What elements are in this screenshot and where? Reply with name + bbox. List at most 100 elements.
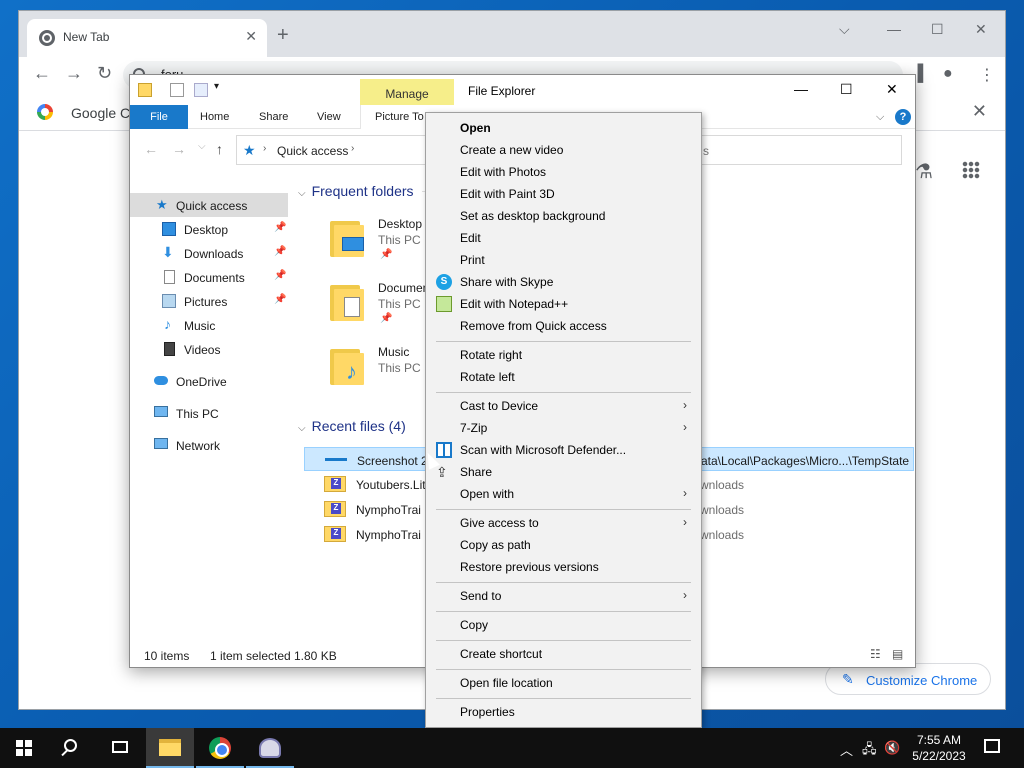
menu-item-print[interactable]: Print bbox=[428, 249, 699, 271]
menu-item-properties[interactable]: Properties bbox=[428, 701, 699, 723]
taskbar-search-button[interactable] bbox=[48, 728, 96, 768]
task-view-button[interactable] bbox=[96, 728, 144, 768]
new-folder-qat-icon[interactable] bbox=[194, 83, 208, 97]
chrome-menu-icon[interactable]: ⋮ bbox=[979, 65, 995, 85]
menu-item-edit-with-paint-3d[interactable]: Edit with Paint 3D bbox=[428, 183, 699, 205]
context-menu: Open Create a new video Edit with Photos… bbox=[425, 112, 702, 728]
ribbon-expand-chevron-icon[interactable]: ⌵ bbox=[876, 105, 884, 129]
menu-item-copy[interactable]: Copy bbox=[428, 614, 699, 636]
menu-item-open-file-location[interactable]: Open file location bbox=[428, 672, 699, 694]
explorer-forward-icon[interactable]: → bbox=[172, 141, 186, 157]
menu-item-copy-as-path[interactable]: Copy as path bbox=[428, 534, 699, 556]
nav-item-onedrive[interactable]: OneDrive bbox=[130, 369, 288, 393]
breadcrumb-chevron-icon[interactable]: › bbox=[351, 143, 354, 154]
explorer-close-icon[interactable]: ✕ bbox=[886, 81, 898, 98]
menu-item-create-shortcut[interactable]: Create shortcut bbox=[428, 643, 699, 665]
search-box[interactable]: s bbox=[690, 135, 902, 165]
qat-dropdown-icon[interactable]: ▾ bbox=[214, 81, 228, 95]
nav-item-quick-access[interactable]: ★ Quick access bbox=[130, 193, 288, 217]
menu-item-give-access-to[interactable]: Give access to › bbox=[428, 512, 699, 534]
up-arrow-icon[interactable]: ↑ bbox=[216, 141, 223, 157]
taskbar-clock[interactable]: 7:55 AM 5/22/2023 bbox=[904, 732, 974, 764]
nav-item-videos[interactable]: Videos bbox=[130, 337, 288, 361]
file-path: wnloads bbox=[700, 528, 745, 542]
menu-item-set-desktop-background[interactable]: Set as desktop background bbox=[428, 205, 699, 227]
recent-locations-icon[interactable]: ⌵ bbox=[198, 141, 206, 152]
ribbon-tab-view[interactable]: View bbox=[317, 105, 341, 129]
chrome-minimize-icon[interactable]: — bbox=[887, 21, 901, 37]
nav-item-documents[interactable]: Documents 📌 bbox=[130, 265, 288, 289]
back-arrow-icon[interactable]: ← bbox=[33, 63, 51, 84]
start-button[interactable] bbox=[0, 728, 48, 768]
notification-center-icon[interactable] bbox=[984, 739, 1000, 753]
new-tab-plus-icon[interactable]: + bbox=[277, 25, 289, 45]
menu-item-create-new-video[interactable]: Create a new video bbox=[428, 139, 699, 161]
menu-item-share-with-skype[interactable]: S Share with Skype bbox=[428, 271, 699, 293]
properties-qat-icon[interactable] bbox=[170, 83, 184, 97]
reload-icon[interactable]: ↻ bbox=[97, 63, 112, 84]
pin-icon: 📌 bbox=[274, 270, 287, 281]
tab-search-chevron-icon[interactable]: ⌵ bbox=[839, 21, 850, 38]
tray-overflow-chevron-icon[interactable]: ︿ bbox=[840, 740, 853, 759]
explorer-minimize-icon[interactable]: — bbox=[794, 81, 808, 97]
taskbar-chrome[interactable] bbox=[196, 728, 244, 768]
menu-item-open-with[interactable]: Open with › bbox=[428, 483, 699, 505]
ribbon-tab-share[interactable]: Share bbox=[259, 105, 288, 129]
chrome-close-icon[interactable]: ✕ bbox=[975, 21, 987, 38]
recent-files-header[interactable]: ⌵ Recent files (4) bbox=[298, 418, 406, 434]
nav-item-downloads[interactable]: ⬇ Downloads 📌 bbox=[130, 241, 288, 265]
collapse-chevron-icon[interactable]: ⌵ bbox=[298, 188, 306, 199]
menu-item-7-zip[interactable]: 7-Zip › bbox=[428, 417, 699, 439]
volume-muted-icon[interactable]: 🔇 bbox=[884, 740, 900, 756]
breadcrumb-chevron-icon[interactable]: › bbox=[263, 143, 266, 154]
menu-item-send-to[interactable]: Send to › bbox=[428, 585, 699, 607]
menu-item-edit-with-notepad-plus-plus[interactable]: Edit with Notepad++ bbox=[428, 293, 699, 315]
forward-arrow-icon[interactable]: → bbox=[65, 63, 83, 84]
nav-item-pictures[interactable]: Pictures 📌 bbox=[130, 289, 288, 313]
nav-item-network[interactable]: Network bbox=[130, 433, 288, 457]
menu-item-scan-with-defender[interactable]: Scan with Microsoft Defender... bbox=[428, 439, 699, 461]
nav-item-this-pc[interactable]: This PC bbox=[130, 401, 288, 425]
menu-item-remove-from-quick-access[interactable]: Remove from Quick access bbox=[428, 315, 699, 337]
google-chrome-label[interactable]: Google Ch bbox=[71, 105, 138, 121]
menu-item-rotate-left[interactable]: Rotate left bbox=[428, 366, 699, 388]
chrome-maximize-icon[interactable]: ☐ bbox=[931, 21, 944, 38]
manage-contextual-tab[interactable]: Manage bbox=[360, 79, 454, 105]
explorer-back-icon[interactable]: ← bbox=[144, 141, 158, 157]
large-icons-view-icon[interactable]: ▤ bbox=[892, 647, 903, 661]
address-bar[interactable]: ★ › Quick access › bbox=[236, 135, 426, 165]
profile-avatar-icon[interactable]: ● bbox=[943, 65, 953, 83]
apps-grid-icon[interactable] bbox=[962, 161, 980, 179]
suggestion-close-icon[interactable]: ✕ bbox=[972, 101, 987, 122]
chrome-tab-new-tab[interactable]: New Tab ✕ bbox=[27, 19, 267, 57]
tab-close-icon[interactable]: ✕ bbox=[245, 28, 257, 45]
menu-separator bbox=[436, 509, 691, 510]
network-tray-icon[interactable]: 🖧 bbox=[862, 740, 877, 762]
explorer-title-bar[interactable]: ▾ Manage File Explorer — ☐ ✕ bbox=[130, 75, 915, 105]
details-view-icon[interactable]: ☷ bbox=[870, 647, 881, 661]
chrome-tab-strip: New Tab ✕ + ⌵ — ☐ ✕ bbox=[19, 11, 1005, 57]
chrome-icon bbox=[209, 737, 231, 759]
ribbon-tab-home[interactable]: Home bbox=[200, 105, 229, 129]
navigation-pane: ★ Quick access Desktop 📌 ⬇ Downloads 📌 D… bbox=[130, 181, 288, 635]
menu-item-edit-with-photos[interactable]: Edit with Photos bbox=[428, 161, 699, 183]
taskbar-app[interactable] bbox=[246, 728, 294, 768]
menu-item-cast-to-device[interactable]: Cast to Device › bbox=[428, 395, 699, 417]
nav-item-desktop[interactable]: Desktop 📌 bbox=[130, 217, 288, 241]
taskbar-file-explorer[interactable] bbox=[146, 728, 194, 768]
collapse-chevron-icon[interactable]: ⌵ bbox=[298, 423, 306, 434]
labs-flask-icon[interactable]: ⚗ bbox=[915, 159, 933, 184]
screenshot-file-icon bbox=[325, 452, 347, 468]
help-icon[interactable]: ? bbox=[895, 109, 911, 125]
folder-location: This PC bbox=[378, 361, 421, 375]
explorer-maximize-icon[interactable]: ☐ bbox=[840, 81, 853, 98]
menu-item-edit[interactable]: Edit bbox=[428, 227, 699, 249]
menu-item-open[interactable]: Open bbox=[428, 117, 699, 139]
menu-item-share[interactable]: ⇪ Share bbox=[428, 461, 699, 483]
frequent-folders-header[interactable]: ⌵ Frequent folders bbox=[298, 183, 414, 199]
menu-item-restore-previous-versions[interactable]: Restore previous versions bbox=[428, 556, 699, 578]
nav-item-music[interactable]: ♪ Music bbox=[130, 313, 288, 337]
ribbon-tab-file[interactable]: File bbox=[130, 105, 188, 129]
menu-item-rotate-right[interactable]: Rotate right bbox=[428, 344, 699, 366]
windows-logo-icon bbox=[16, 740, 32, 756]
